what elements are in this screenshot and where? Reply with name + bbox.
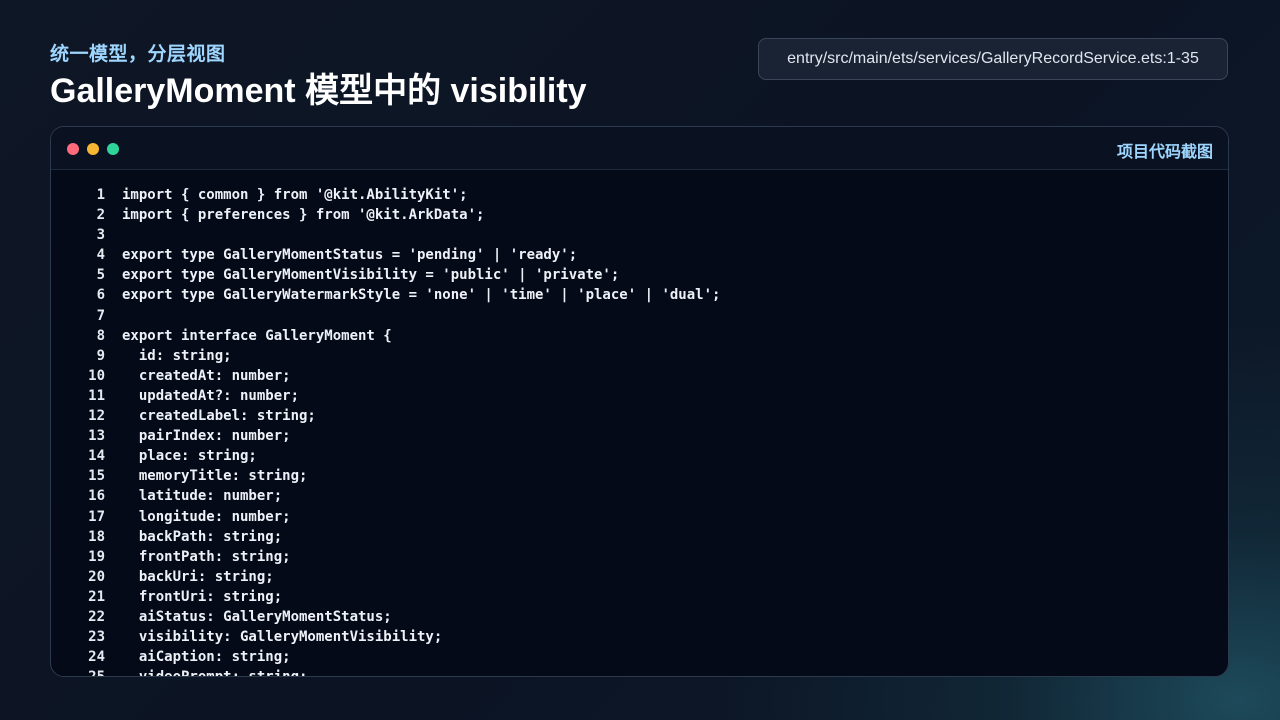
minimize-dot-icon — [87, 143, 99, 155]
code-line: 1 import { common } from '@kit.AbilityKit… — [51, 185, 1228, 205]
code-line: 10 createdAt: number; — [51, 366, 1228, 386]
line-number: 7 — [96, 307, 105, 324]
line-number: 19 — [88, 548, 105, 565]
code-text: backUri: string; — [122, 568, 274, 585]
code-area: 1 import { common } from '@kit.AbilityKit… — [51, 185, 1228, 676]
line-number: 3 — [96, 227, 105, 244]
line-number: 14 — [88, 448, 105, 465]
page-title: GalleryMoment 模型中的 visibility — [50, 72, 587, 110]
code-line: 3 — [51, 225, 1228, 245]
line-number: 24 — [88, 649, 105, 666]
line-number: 5 — [96, 267, 105, 284]
line-number: 25 — [51, 667, 105, 676]
line-number: 22 — [88, 608, 105, 625]
code-text: frontPath: string; — [122, 548, 291, 565]
window-titlebar: 项目代码截图 — [51, 127, 1228, 170]
line-number: 6 — [96, 287, 105, 304]
code-line: 17 longitude: number; — [51, 507, 1228, 527]
line-number: 13 — [88, 428, 105, 445]
code-text: createdLabel: string; — [122, 408, 316, 425]
line-number: 21 — [88, 588, 105, 605]
code-text: aiStatus: GalleryMomentStatus; — [122, 608, 392, 625]
code-text: latitude: number; — [122, 488, 283, 505]
line-number: 20 — [88, 568, 105, 585]
code-line: 19 frontPath: string; — [51, 547, 1228, 567]
code-text: videoPrompt: string; — [122, 667, 308, 676]
code-line: 8 export interface GalleryMoment { — [51, 326, 1228, 346]
line-number: 16 — [88, 488, 105, 505]
code-text: visibility: GalleryMomentVisibility; — [122, 629, 443, 646]
code-line: 16 latitude: number; — [51, 486, 1228, 506]
code-line: 24 aiCaption: string; — [51, 647, 1228, 667]
code-text: aiCaption: string; — [122, 649, 291, 666]
code-text: frontUri: string; — [122, 588, 283, 605]
code-text: id: string; — [122, 347, 232, 364]
code-line: 21 frontUri: string; — [51, 587, 1228, 607]
code-text: memoryTitle: string; — [122, 468, 308, 485]
code-line: 13 pairIndex: number; — [51, 426, 1228, 446]
window-label: 项目代码截图 — [1116, 144, 1213, 161]
line-number: 4 — [96, 247, 105, 264]
line-number: 10 — [88, 367, 105, 384]
code-line: 9 id: string; — [51, 346, 1228, 366]
code-text: export type GalleryMomentStatus = 'pendi… — [122, 247, 578, 264]
code-line: 6 export type GalleryWatermarkStyle = 'no… — [51, 285, 1228, 305]
line-number: 8 — [96, 327, 105, 344]
line-number: 15 — [88, 468, 105, 485]
code-text: export type GalleryMomentVisibility = 'p… — [122, 267, 620, 284]
code-line: 5 export type GalleryMomentVisibility = '… — [51, 265, 1228, 285]
line-number: 9 — [96, 347, 105, 364]
maximize-dot-icon — [107, 143, 119, 155]
code-line: 2 import { preferences } from '@kit.ArkDa… — [51, 205, 1228, 225]
code-line: 11 updatedAt?: number; — [51, 386, 1228, 406]
code-text: export type GalleryWatermarkStyle = 'non… — [122, 287, 721, 304]
section-eyebrow: 统一模型，分层视图 — [50, 44, 226, 65]
code-text: import { common } from '@kit.AbilityKit'… — [122, 187, 468, 203]
code-text: longitude: number; — [122, 508, 291, 525]
code-line: 14 place: string; — [51, 446, 1228, 466]
code-line: 25 videoPrompt: string; — [51, 667, 1228, 676]
code-text: import { preferences } from '@kit.ArkDat… — [122, 207, 485, 224]
code-window: 项目代码截图 1 import { common } from '@kit.Abi… — [50, 126, 1229, 677]
line-number: 12 — [88, 408, 105, 425]
code-text: backPath: string; — [122, 528, 283, 545]
code-line: 23 visibility: GalleryMomentVisibility; — [51, 627, 1228, 647]
close-dot-icon — [67, 143, 79, 155]
file-path-badge: entry/src/main/ets/services/GalleryRecor… — [758, 38, 1228, 80]
line-number: 1 — [96, 187, 105, 203]
code-line: 4 export type GalleryMomentStatus = 'pend… — [51, 245, 1228, 265]
code-line: 20 backUri: string; — [51, 567, 1228, 587]
code-text: place: string; — [122, 448, 257, 465]
code-text: pairIndex: number; — [122, 428, 291, 445]
line-number: 11 — [88, 387, 105, 404]
code-text: createdAt: number; — [122, 367, 291, 384]
line-number: 17 — [88, 508, 105, 525]
code-line: 18 backPath: string; — [51, 527, 1228, 547]
code-line: 15 memoryTitle: string; — [51, 466, 1228, 486]
line-number: 18 — [88, 528, 105, 545]
line-number: 2 — [96, 207, 105, 224]
code-line: 22 aiStatus: GalleryMomentStatus; — [51, 607, 1228, 627]
code-text: export interface GalleryMoment { — [122, 327, 392, 344]
line-number: 23 — [88, 629, 105, 646]
code-text: updatedAt?: number; — [122, 387, 300, 404]
code-line: 7 — [51, 306, 1228, 326]
code-line: 12 createdLabel: string; — [51, 406, 1228, 426]
